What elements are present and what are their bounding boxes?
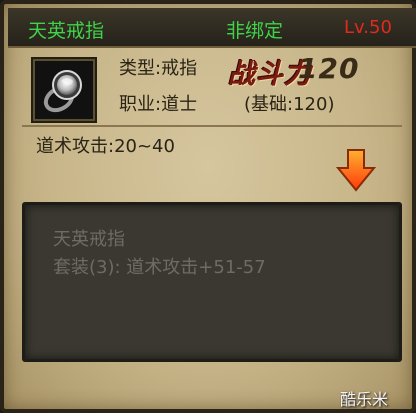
attack-stat: 道术攻击:20~40 xyxy=(36,136,175,157)
power-value: 120 xyxy=(298,52,360,85)
set-bonus: 套装(3): 道术攻击+51-57 xyxy=(53,257,266,278)
item-level: Lv.50 xyxy=(344,17,392,38)
item-career: 职业:道士 xyxy=(119,94,198,115)
divider xyxy=(22,125,402,127)
set-item-name: 天英戒指 xyxy=(53,229,125,250)
set-info-box: 天英戒指 套装(3): 道术攻击+51-57 xyxy=(22,202,402,362)
item-tooltip-panel: 天英戒指 非绑定 Lv.50 类型:戒指 职业:道士 战斗力 120 (基础:1… xyxy=(0,0,416,413)
bind-status: 非绑定 xyxy=(226,20,284,42)
base-power: (基础:120) xyxy=(244,94,335,115)
arrow-down-icon[interactable] xyxy=(336,148,376,192)
item-icon-slot[interactable] xyxy=(33,59,95,121)
tooltip-header: 天英戒指 非绑定 Lv.50 xyxy=(8,8,416,48)
ring-icon xyxy=(43,70,82,113)
item-type: 类型:戒指 xyxy=(119,58,198,79)
watermark: 酷乐米 xyxy=(340,390,389,409)
item-name: 天英戒指 xyxy=(28,20,105,42)
